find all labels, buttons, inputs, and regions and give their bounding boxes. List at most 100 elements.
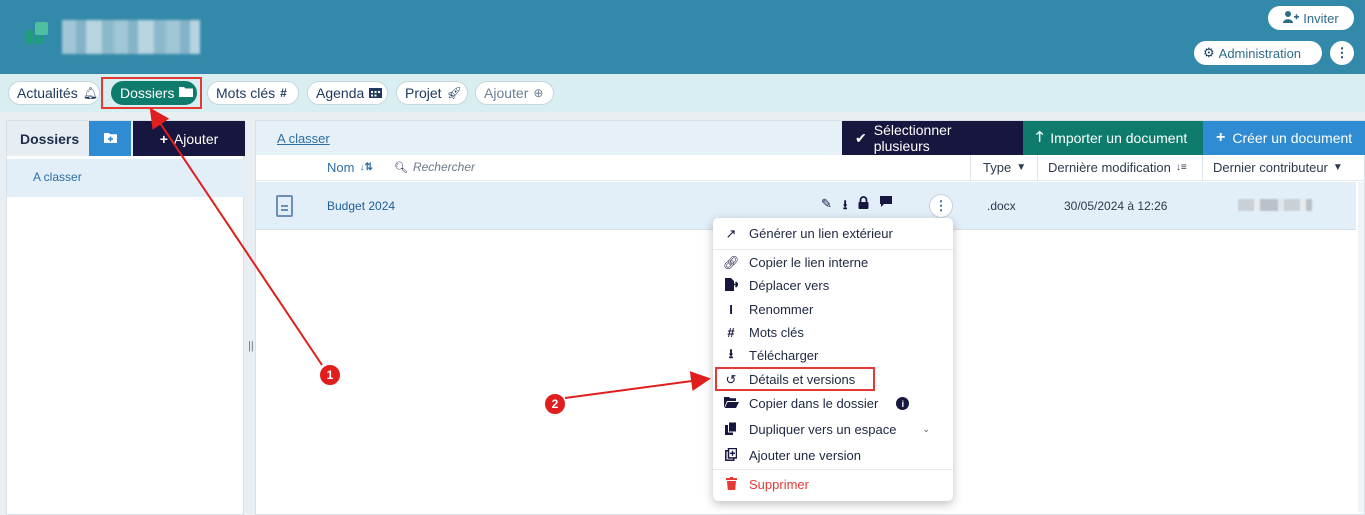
step-badge-1: 1 <box>319 364 341 386</box>
column-type-label: Type <box>983 160 1012 175</box>
highlight-dossiers-tab <box>101 77 202 109</box>
menu-item-label: Mots clés <box>749 325 804 340</box>
menu-item-delete[interactable]: Supprimer <box>713 473 953 496</box>
menu-item-label: Ajouter une version <box>749 448 862 463</box>
column-modified-header[interactable]: Dernière modification ↓≡ <box>1048 160 1187 175</box>
hashtag-icon: # <box>727 325 735 340</box>
tab-ajouter[interactable]: Ajouter ⊕ <box>475 81 554 105</box>
search-icon: 🔍︎ <box>394 161 408 174</box>
new-folder-button[interactable] <box>89 121 131 156</box>
tab-agenda[interactable]: Agenda <box>307 81 388 105</box>
link-icon: 🔗︎ <box>723 254 740 270</box>
column-contributor-header[interactable]: Dernier contributeur ▼ <box>1213 160 1343 175</box>
menu-item-label: Copier le lien interne <box>749 255 869 270</box>
menu-item-move-to[interactable]: Déplacer vers <box>713 274 953 297</box>
menu-item-label: Télécharger <box>749 348 819 363</box>
lock-icon[interactable] <box>858 196 869 218</box>
edit-icon[interactable]: ✎ <box>821 196 832 218</box>
hashtag-icon: # <box>280 86 287 100</box>
tab-mots-cles[interactable]: Mots clés # <box>207 81 299 105</box>
search-input[interactable]: 🔍︎ Rechercher <box>394 160 475 174</box>
file-name[interactable]: Budget 2024 <box>327 199 395 213</box>
search-placeholder: Rechercher <box>412 160 475 174</box>
create-document-button[interactable]: + Créer un document <box>1203 121 1365 155</box>
tab-label: Projet <box>405 85 442 101</box>
menu-item-external-link[interactable]: ↗ Générer un lien extérieur <box>713 222 953 245</box>
folder-item[interactable]: A classer <box>7 159 245 197</box>
contributor-name-blurred <box>1238 199 1312 211</box>
folders-panel: Dossiers + Ajouter A classer <box>6 120 245 515</box>
tab-actualites[interactable]: Actualités 🔔︎ <box>8 81 100 105</box>
menu-item-label: Générer un lien extérieur <box>749 226 893 241</box>
menu-item-keywords[interactable]: # Mots clés <box>713 321 953 344</box>
double-check-icon: ✔ <box>855 129 867 146</box>
chevron-down-icon: ▼ <box>1016 162 1027 173</box>
app-logo[interactable] <box>26 22 48 44</box>
tab-label: Ajouter <box>484 85 529 101</box>
tab-label: Actualités <box>17 85 78 101</box>
workspace-name-blurred <box>62 20 200 54</box>
column-name-label: Nom <box>327 160 355 175</box>
sort-numeric-icon: ↓≡ <box>1175 162 1187 173</box>
tab-projet[interactable]: Projet 🚀︎ <box>396 81 468 105</box>
folders-title: Dossiers <box>20 131 80 147</box>
document-icon <box>276 195 293 217</box>
chevron-down-icon: ⌄ <box>922 424 930 434</box>
rocket-icon: 🚀︎ <box>446 86 462 100</box>
menu-item-duplicate-to-space[interactable]: Dupliquer vers un espace ⌄ <box>713 418 953 441</box>
column-modified-label: Dernière modification <box>1048 160 1171 175</box>
menu-item-add-version[interactable]: Ajouter une version <box>713 444 953 467</box>
import-document-button[interactable]: 🡑 Importer un document <box>1023 121 1203 155</box>
bell-icon: 🔔︎ <box>82 86 98 100</box>
column-name-header[interactable]: Nom ↓⇅ <box>327 160 373 175</box>
comment-icon[interactable] <box>880 196 893 218</box>
add-label: Ajouter <box>173 130 219 147</box>
panel-resize-handle[interactable]: || <box>248 340 254 352</box>
invite-label: Inviter <box>1303 10 1339 26</box>
external-link-icon: ↗ <box>725 225 737 241</box>
documents-toolbar: A classer ✔ Sélectionner plusieurs 🡑 Imp… <box>256 121 1365 155</box>
add-button[interactable]: + Ajouter <box>133 121 245 156</box>
tab-label: Mots clés <box>216 85 276 101</box>
menu-divider <box>713 469 953 470</box>
vertical-scrollbar[interactable] <box>1358 182 1364 512</box>
menu-item-label: Déplacer vers <box>749 278 830 293</box>
kebab-vertical-icon[interactable]: ⋮ <box>1330 41 1354 65</box>
invite-button[interactable]: Inviter <box>1268 6 1354 30</box>
create-document-label: Créer un document <box>1232 130 1353 146</box>
space-nav: Actualités 🔔︎ Dossiers Mots clés # Agend… <box>0 74 1365 112</box>
column-contributor-label: Dernier contributeur <box>1213 160 1328 175</box>
folders-panel-header: Dossiers + Ajouter <box>7 121 245 156</box>
info-icon[interactable]: i <box>896 397 910 410</box>
download-icon[interactable]: ⭳ <box>843 196 848 218</box>
copy-icon <box>723 421 739 438</box>
select-multiple-label: Sélectionner plusieurs <box>873 122 952 154</box>
add-user-icon <box>1283 10 1300 26</box>
column-divider <box>1202 155 1203 181</box>
menu-item-label: Renommer <box>749 302 814 317</box>
menu-item-rename[interactable]: I Renommer <box>713 298 953 321</box>
menu-divider <box>713 249 953 250</box>
upload-arrow-icon: 🡑 <box>1036 128 1044 144</box>
select-multiple-button[interactable]: ✔ Sélectionner plusieurs <box>842 121 1023 155</box>
tab-label: Agenda <box>316 85 365 101</box>
chevron-down-icon: ▼ <box>1332 162 1343 173</box>
plus-circle-icon: ⊕ <box>533 86 544 100</box>
column-type-header[interactable]: Type ▼ <box>983 160 1026 175</box>
file-type: .docx <box>987 199 1016 213</box>
add-version-icon <box>723 447 739 464</box>
top-header: Inviter ⚙ Administration ⋮ <box>0 0 1365 74</box>
column-divider <box>970 155 971 181</box>
row-menu-button[interactable]: ⋮ <box>929 194 953 218</box>
file-context-menu: ↗ Générer un lien extérieur 🔗︎ Copier le… <box>713 218 953 501</box>
menu-item-copy-to-folder[interactable]: Copier dans le dossier i <box>713 392 953 415</box>
menu-item-copy-internal-link[interactable]: 🔗︎ Copier le lien interne <box>713 251 953 274</box>
download-icon: ⭳ <box>728 345 734 361</box>
table-header: Nom ↓⇅ 🔍︎ Rechercher Type ▼ Dernière mod… <box>256 155 1365 181</box>
folder-item-label: A classer <box>33 170 82 184</box>
plus-icon: + <box>1216 129 1226 146</box>
menu-item-label: Dupliquer vers un espace <box>749 422 897 437</box>
breadcrumb[interactable]: A classer <box>277 131 330 146</box>
menu-item-download[interactable]: ⭳ Télécharger <box>713 344 953 367</box>
administration-button[interactable]: ⚙ Administration <box>1194 41 1322 65</box>
